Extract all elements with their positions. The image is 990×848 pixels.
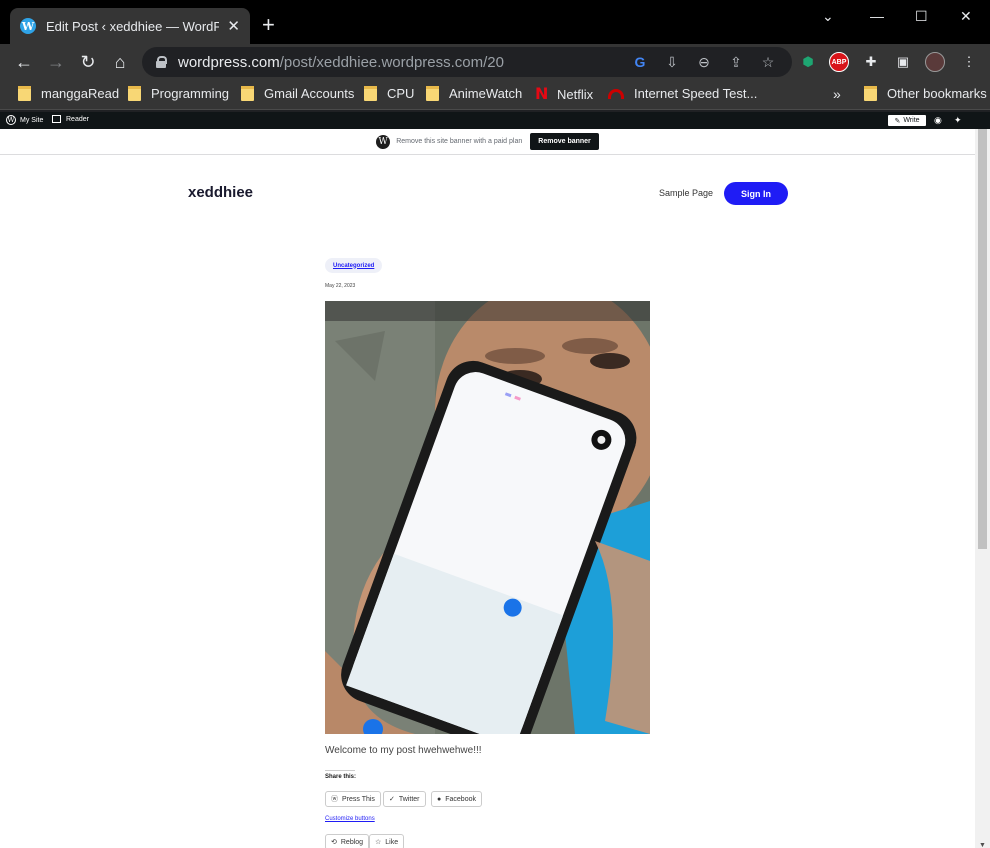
bookmark-netflix[interactable]: N Netflix: [535, 86, 593, 102]
bookmark-programming[interactable]: Programming: [128, 86, 229, 101]
press-this-button[interactable]: ⓦ Press This: [325, 791, 381, 807]
speedometer-icon: [608, 88, 624, 99]
browser-toolbar: ← → ↻ ⌂ wordpress.com/post/xeddhiee.word…: [0, 44, 990, 80]
tab-strip: W Edit Post ‹ xeddhiee — WordPress ✕ + ⌄…: [0, 0, 990, 44]
new-tab-button[interactable]: +: [262, 14, 275, 36]
customize-buttons-link[interactable]: Customize buttons: [325, 816, 375, 822]
home-icon[interactable]: ⌂: [108, 50, 132, 74]
scroll-down-arrow-icon[interactable]: ▼: [978, 842, 987, 848]
bookmark-mangga-read[interactable]: manggaRead: [18, 86, 119, 101]
page-viewport: W My Site Reader ✎ Write ◉ ✦ W Remove this…: [0, 112, 990, 848]
forward-icon[interactable]: →: [44, 50, 68, 74]
wordpress-icon: ⓦ: [331, 796, 338, 803]
site-banner: W Remove this site banner with a paid pl…: [0, 129, 975, 155]
wordpress-icon: W: [6, 115, 16, 125]
browser-chrome: W Edit Post ‹ xeddhiee — WordPress ✕ + ⌄…: [0, 0, 990, 112]
wp-admin-bar: W My Site Reader ✎ Write ◉ ✦: [0, 112, 990, 129]
site-title[interactable]: xeddhiee: [188, 184, 253, 201]
like-button[interactable]: ☆ Like: [369, 834, 405, 848]
facebook-share-button[interactable]: ● Facebook: [431, 791, 482, 807]
reader-icon: [52, 115, 61, 123]
url-host: wordpress.com: [178, 53, 280, 71]
address-bar[interactable]: wordpress.com/post/xeddhiee.wordpress.co…: [142, 47, 792, 77]
netflix-icon: N: [535, 84, 549, 103]
twitter-share-button[interactable]: ✓ Twitter: [383, 791, 426, 807]
minimize-icon[interactable]: —: [870, 8, 884, 24]
folder-icon: [364, 86, 377, 101]
remove-banner-button[interactable]: Remove banner: [530, 133, 599, 150]
nav-sample-page[interactable]: Sample Page: [659, 188, 713, 198]
google-lens-icon[interactable]: G: [630, 52, 650, 72]
side-panel-icon[interactable]: ▣: [891, 50, 915, 74]
reblog-icon: ⟲: [331, 839, 337, 846]
user-avatar-icon[interactable]: ◉: [934, 115, 942, 126]
wordpress-logo-icon: W: [376, 134, 391, 149]
folder-icon: [864, 86, 877, 101]
bookmarks-bar: manggaRead Programming Gmail Accounts CP…: [0, 80, 990, 110]
maximize-icon[interactable]: ☐: [915, 8, 928, 25]
post-date: May 22, 2023: [325, 283, 356, 289]
back-icon[interactable]: ←: [12, 50, 36, 74]
close-tab-icon[interactable]: ✕: [227, 17, 240, 35]
extensions-puzzle-icon[interactable]: ✚: [859, 50, 883, 74]
reblog-button[interactable]: ⟲ Reblog: [325, 834, 370, 848]
scrollbar-thumb[interactable]: [978, 129, 987, 549]
notifications-icon[interactable]: ✦: [954, 115, 962, 126]
bookmark-star-icon[interactable]: ☆: [758, 52, 778, 72]
install-app-icon[interactable]: ⇩: [662, 52, 682, 72]
category-pill[interactable]: Uncategorized: [325, 258, 383, 273]
zoom-icon[interactable]: ⊖: [694, 52, 714, 72]
bookmark-cpu[interactable]: CPU: [364, 86, 414, 101]
tab-search-icon[interactable]: ⌄: [822, 8, 834, 25]
sign-in-button[interactable]: Sign In: [724, 182, 788, 205]
banner-text: Remove this site banner with a paid plan: [396, 138, 523, 145]
folder-icon: [18, 86, 31, 101]
folder-icon: [241, 86, 254, 101]
post-body: Welcome to my post hwehwehwe!!!: [325, 745, 482, 756]
bookmarks-overflow-icon[interactable]: »: [833, 86, 841, 102]
close-window-icon[interactable]: ✕: [960, 8, 972, 25]
reload-icon[interactable]: ↻: [76, 50, 100, 74]
bookmark-gmail-accounts[interactable]: Gmail Accounts: [241, 86, 354, 101]
facebook-icon: ●: [437, 795, 442, 803]
folder-icon: [128, 86, 141, 101]
star-icon: ☆: [375, 839, 382, 846]
shield-extension-icon[interactable]: ⬢: [796, 50, 820, 74]
my-site-link[interactable]: W My Site: [6, 115, 43, 125]
folder-icon: [426, 86, 439, 101]
share-divider: [325, 770, 355, 771]
bookmark-anime-watch[interactable]: AnimeWatch: [426, 86, 522, 101]
bookmark-speed-test[interactable]: Internet Speed Test...: [608, 86, 757, 101]
reader-link[interactable]: Reader: [52, 115, 89, 123]
tab-title: Edit Post ‹ xeddhiee — WordPress: [46, 18, 220, 34]
share-icon[interactable]: ⇪: [726, 52, 746, 72]
menu-kebab-icon[interactable]: ⋮: [957, 50, 981, 74]
write-button[interactable]: ✎ Write: [888, 115, 926, 126]
profile-avatar[interactable]: [923, 50, 947, 74]
bookmark-other[interactable]: Other bookmarks: [864, 86, 987, 101]
wordpress-favicon-icon: W: [20, 18, 36, 34]
page-scrollbar[interactable]: ▼: [975, 129, 990, 848]
twitter-icon: ✓: [389, 796, 395, 803]
pencil-icon: ✎: [894, 117, 901, 125]
lock-icon[interactable]: [156, 56, 167, 68]
share-label: Share this:: [325, 774, 357, 780]
post-photo: [325, 301, 650, 734]
active-tab[interactable]: W Edit Post ‹ xeddhiee — WordPress ✕: [10, 8, 250, 44]
adblock-extension-icon[interactable]: ABP: [827, 50, 851, 74]
url-path: /post/xeddhiee.wordpress.com/20: [279, 53, 504, 71]
